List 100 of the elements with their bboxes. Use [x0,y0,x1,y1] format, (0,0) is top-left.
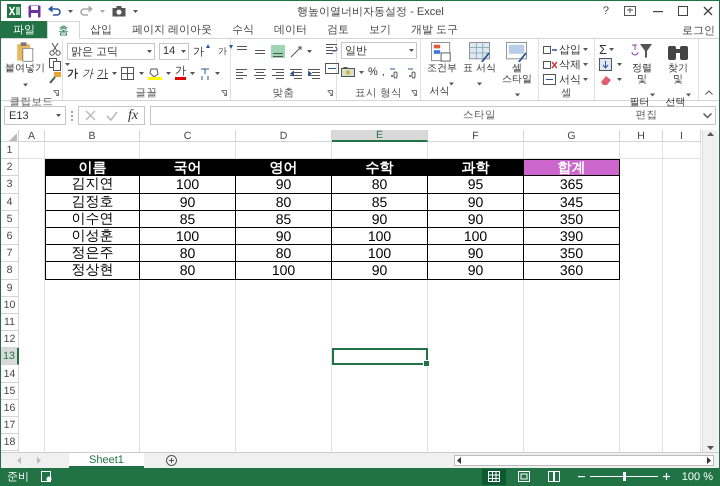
row-header[interactable]: 9 [1,280,19,297]
ribbon-tab[interactable]: 데이터 [264,21,318,38]
table-cell: 김정호 [45,194,140,211]
table-cell: 90 [428,245,524,262]
group-label: 클립보드 [10,95,54,109]
table-cell: 90 [332,210,428,228]
column-header[interactable]: A [19,130,45,142]
row-header[interactable]: 5 [1,210,19,228]
ribbon-tab[interactable]: 페이지 레이아웃 [122,21,222,38]
row-header[interactable]: 6 [1,228,19,246]
insert-function-button[interactable]: fx [128,108,138,124]
shrink-font-button[interactable]: 가 [218,44,233,58]
ribbon-tab[interactable]: 검토 [317,21,360,38]
table-cell: 이성훈 [45,228,140,246]
comma-button[interactable]: , [382,66,385,78]
header-cell: 국어 [140,159,236,176]
row-header[interactable]: 3 [1,176,19,194]
paste-button[interactable]: 붙여넣기 [5,42,45,95]
group-label: 글꼴 [136,86,158,100]
ribbon-tab[interactable]: 홈 [47,21,80,39]
table-cell: 85 [236,210,332,228]
column-header[interactable]: B [45,130,140,142]
name-box[interactable]: E13 [4,106,66,125]
row-header[interactable]: 12 [1,331,19,348]
zoom-level[interactable]: 100 % [682,470,713,482]
table-cell: 80 [140,262,236,280]
find-select-button[interactable]: 찾기 및 선택 [662,42,694,108]
row-header[interactable]: 7 [1,245,19,262]
row-header[interactable]: 4 [1,194,19,211]
row-header[interactable]: 2 [1,159,19,176]
table-cell: 360 [524,262,620,280]
cell-format-button[interactable]: 셀 스타일 [500,42,534,108]
ribbon-tab[interactable]: 보기 [359,21,402,38]
group-label: 표시 형식 [355,86,402,100]
table-cell: 100 [332,228,428,246]
table-cell: 95 [428,176,524,194]
table-cell: 80 [236,245,332,262]
row-header[interactable]: 10 [1,296,19,314]
table-cell: 80 [140,245,236,262]
row-header[interactable]: 16 [1,400,19,417]
italic-button[interactable]: 가 [82,66,93,80]
sort-filter-button[interactable]: 정렬 및 필터 [626,42,658,108]
header-cell: 영어 [236,159,332,176]
table-cell: 이수연 [45,210,140,228]
column-header[interactable]: C [140,130,236,142]
conditional-format-button[interactable]: 조건부 서식 [425,42,459,108]
insert-cells-button[interactable]: 삽입 [543,42,588,56]
row-header[interactable]: 14 [1,365,19,383]
table-cell: 365 [524,176,620,194]
ribbon-tab[interactable]: 수식 [222,21,264,38]
number-format-field[interactable]: 일반 [341,42,417,59]
group-label: 스타일 [463,108,496,122]
header-cell: 합계 [524,159,620,176]
row-header[interactable]: 13 [1,348,19,366]
table-cell: 100 [140,176,236,194]
table-cell: 85 [332,194,428,211]
row-header[interactable]: 8 [1,262,19,280]
row-header[interactable]: 11 [1,314,19,332]
row-header[interactable]: 18 [1,434,19,452]
table-cell: 정은주 [45,245,140,262]
header-cell: 이름 [45,159,140,176]
underline-button[interactable]: 가 [97,66,108,80]
font-name-field[interactable]: 맑은 고딕 [67,42,155,60]
row-header[interactable]: 1 [1,142,19,160]
delete-cells-button[interactable]: 삭제 [543,57,588,71]
table-format-button[interactable]: 표 서식 [462,42,496,108]
column-header[interactable]: G [524,130,620,142]
table-cell: 100 [332,245,428,262]
ribbon-tab[interactable]: 개발 도구 [401,21,468,38]
column-header[interactable]: E [332,130,428,142]
file-tab[interactable]: 파일 [1,21,47,38]
table-cell: 90 [236,176,332,194]
table-cell: 90 [428,262,524,280]
bold-button[interactable]: 가 [67,66,78,80]
column-header[interactable]: I [663,130,701,142]
group-label: 편집 [636,108,658,122]
grow-font-button[interactable]: 가 [193,44,210,58]
autosum-button[interactable]: Σ [599,42,622,56]
help-button[interactable]: ? [602,5,609,17]
row-header[interactable]: 17 [1,417,19,434]
font-color-button[interactable]: 가 [175,66,186,80]
table-cell: 85 [140,210,236,228]
table-cell: 100 [428,228,524,246]
header-cell: 수학 [332,159,428,176]
column-header[interactable]: F [428,130,524,142]
table-cell: 350 [524,245,620,262]
row-header[interactable]: 15 [1,382,19,400]
column-header[interactable]: D [236,130,332,142]
table-cell: 350 [524,210,620,228]
ribbon-tab[interactable]: 삽입 [80,21,122,38]
column-header[interactable]: H [620,130,663,142]
percent-button[interactable]: % [368,66,378,78]
sheet-tab[interactable]: Sheet1 [69,453,144,468]
table-cell: 정상현 [45,262,140,280]
account-link[interactable]: 로그인 [682,23,719,38]
table-cell: 90 [236,228,332,246]
table-cell: 80 [332,176,428,194]
table-cell: 345 [524,194,620,211]
format-cells-button[interactable]: 서식 [543,72,588,86]
font-size-field[interactable]: 14 [159,42,189,60]
